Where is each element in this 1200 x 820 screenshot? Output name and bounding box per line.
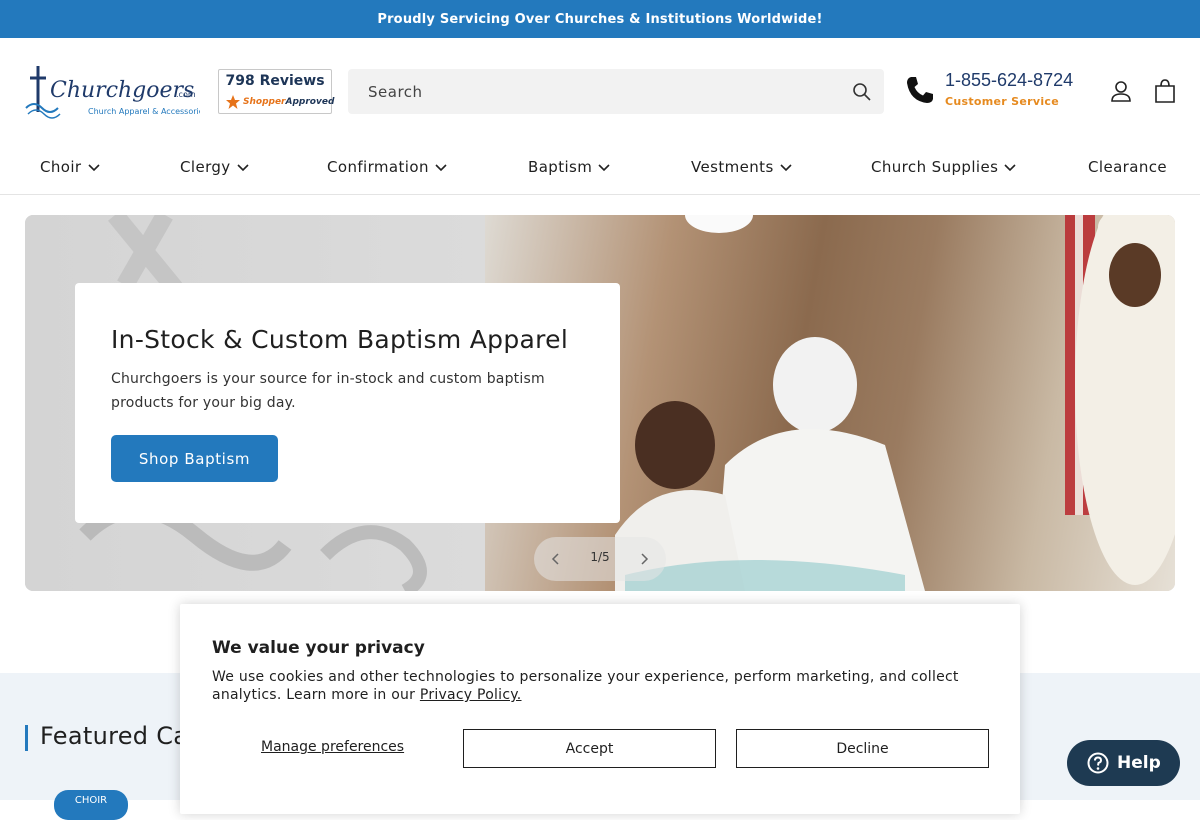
- slider-controls: 1/5: [534, 537, 666, 581]
- category-chip[interactable]: CHOIR: [54, 790, 128, 820]
- nav-item-clearance[interactable]: Clearance: [1088, 158, 1167, 176]
- hero-description: Churchgoers is your source for in-stock …: [111, 371, 545, 411]
- nav-item-church-supplies[interactable]: Church Supplies: [871, 158, 1016, 176]
- approved-text: Approved: [285, 97, 335, 107]
- privacy-body: We use cookies and other technologies to…: [212, 669, 959, 703]
- privacy-banner: We value your privacy We use cookies and…: [180, 604, 1020, 814]
- decline-button[interactable]: Decline: [736, 729, 989, 768]
- chevron-down-icon: [237, 164, 249, 172]
- search-bar: [348, 69, 884, 114]
- cart-icon[interactable]: [1152, 78, 1178, 104]
- help-button[interactable]: Help: [1067, 740, 1180, 786]
- help-label: Help: [1117, 753, 1161, 773]
- churchgoers-logo[interactable]: Churchgoers .com Church Apparel & Access…: [24, 64, 208, 120]
- nav-label: Vestments: [691, 158, 774, 176]
- logo-suffix: .com: [176, 90, 196, 99]
- chevron-down-icon: [780, 164, 792, 172]
- chevron-right-icon[interactable]: [636, 551, 652, 567]
- privacy-policy-link[interactable]: Privacy Policy.: [420, 687, 522, 703]
- nav-label: Clergy: [180, 158, 231, 176]
- chevron-down-icon: [1004, 164, 1016, 172]
- featured-title: Featured Ca: [40, 722, 189, 750]
- search-input[interactable]: [348, 69, 838, 114]
- search-icon[interactable]: [852, 82, 872, 102]
- nav-item-confirmation[interactable]: Confirmation: [327, 158, 447, 176]
- logo-wordmark: Churchgoers: [50, 78, 194, 103]
- logo-tagline: Church Apparel & Accessories: [88, 107, 200, 116]
- site-header: Churchgoers .com Church Apparel & Access…: [0, 38, 1200, 144]
- privacy-text: We use cookies and other technologies to…: [212, 668, 1002, 704]
- phone-icon: [907, 77, 933, 103]
- nav-label: Clearance: [1088, 158, 1168, 176]
- nav-label: Baptism: [528, 158, 593, 176]
- announcement-text: Proudly Servicing Over Churches & Instit…: [377, 11, 823, 27]
- nav-label: Confirmation: [327, 158, 429, 176]
- customer-service-phone[interactable]: 1-855-624-8724 Customer Service: [904, 70, 1084, 112]
- shopper-approved-logo: ShopperApproved: [225, 94, 334, 110]
- nav-item-clergy[interactable]: Clergy: [180, 158, 249, 176]
- chevron-down-icon: [598, 164, 610, 172]
- nav-item-choir[interactable]: Choir: [40, 158, 100, 176]
- shopper-text: Shopper: [243, 97, 286, 107]
- account-icon[interactable]: [1108, 78, 1134, 104]
- nav-label: Church Supplies: [871, 158, 999, 176]
- hero-card: In-Stock & Custom Baptism Apparel Church…: [75, 283, 620, 523]
- nav-label: Choir: [40, 158, 82, 176]
- main-nav: Choir Clergy Confirmation Baptism Vestme…: [0, 144, 1200, 195]
- announcement-bar: Proudly Servicing Over Churches & Instit…: [0, 0, 1200, 38]
- shop-baptism-button[interactable]: Shop Baptism: [111, 435, 278, 482]
- hero-title: In-Stock & Custom Baptism Apparel: [111, 325, 569, 354]
- customer-service-label: Customer Service: [945, 95, 1059, 108]
- phone-number: 1-855-624-8724: [945, 70, 1074, 90]
- chevron-down-icon: [435, 164, 447, 172]
- section-accent-bar: [25, 725, 28, 751]
- nav-item-vestments[interactable]: Vestments: [691, 158, 792, 176]
- accept-button[interactable]: Accept: [463, 729, 716, 768]
- star-icon: [226, 95, 240, 109]
- chevron-down-icon: [87, 164, 100, 172]
- privacy-title: We value your privacy: [212, 638, 425, 658]
- nav-item-baptism[interactable]: Baptism: [528, 158, 610, 176]
- manage-preferences-link[interactable]: Manage preferences: [261, 739, 404, 755]
- reviews-count: 798 Reviews: [225, 73, 325, 89]
- reviews-badge[interactable]: 798 Reviews ShopperApproved: [218, 69, 334, 114]
- help-icon: [1087, 752, 1109, 774]
